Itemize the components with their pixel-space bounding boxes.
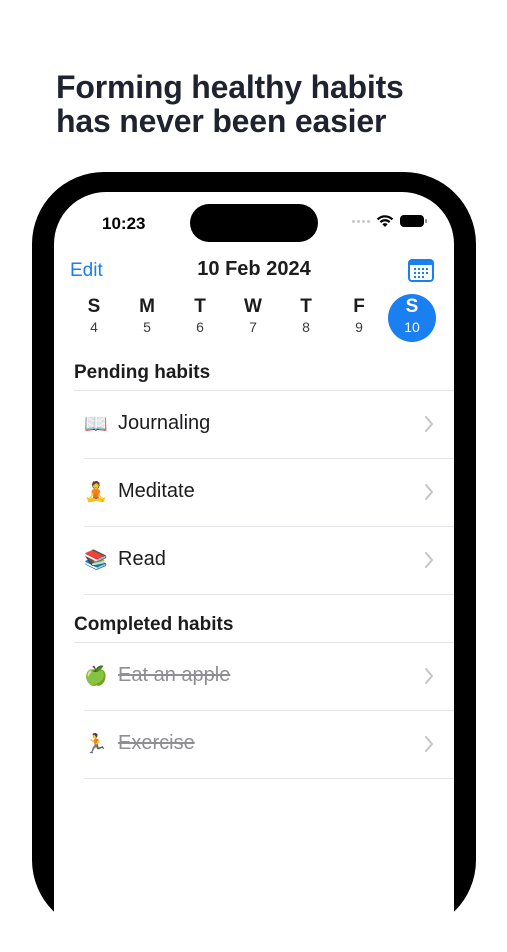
chevron-right-icon <box>425 552 433 568</box>
day-number: 9 <box>355 319 363 335</box>
wifi-icon <box>376 215 394 227</box>
runner-icon: 🏃 <box>84 734 108 755</box>
day-letter: W <box>244 296 262 317</box>
habit-label: Exercise <box>118 732 195 754</box>
day-letter: S <box>405 296 419 317</box>
day-letter: T <box>300 296 312 317</box>
day-letter: F <box>353 296 365 317</box>
day-monday-5[interactable]: M 5 <box>123 294 171 342</box>
day-number: 5 <box>143 319 151 335</box>
pending-habits-header: Pending habits <box>74 362 211 383</box>
chevron-right-icon <box>425 668 433 684</box>
page-title: 10 Feb 2024 <box>197 258 311 280</box>
habit-row-eat-an-apple[interactable]: 🍏 Eat an apple <box>54 643 454 711</box>
pending-habits-list: 📖 Journaling 🧘 Meditate 📚 Read <box>54 390 454 595</box>
apple-icon: 🍏 <box>84 666 108 687</box>
day-friday-9[interactable]: F 9 <box>335 294 383 342</box>
habit-row-read[interactable]: 📚 Read <box>54 527 454 595</box>
promo-headline: Forming healthy habits has never been ea… <box>56 70 476 138</box>
day-number: 10 <box>404 319 420 335</box>
day-letter: S <box>87 296 101 317</box>
day-number: 6 <box>196 319 204 335</box>
meditation-icon: 🧘 <box>84 482 108 503</box>
calendar-icon[interactable] <box>408 258 434 282</box>
day-wednesday-7[interactable]: W 7 <box>229 294 277 342</box>
day-number: 4 <box>90 319 98 335</box>
day-sunday-4[interactable]: S 4 <box>70 294 118 342</box>
book-icon: 📖 <box>84 414 108 435</box>
status-time: 10:23 <box>102 214 146 233</box>
dynamic-island <box>190 204 318 242</box>
chevron-right-icon <box>425 484 433 500</box>
chevron-right-icon <box>425 736 433 752</box>
books-icon: 📚 <box>84 550 108 571</box>
completed-habits-header: Completed habits <box>74 614 234 635</box>
week-selector: S 4 M 5 T 6 W 7 T 8 F 9 S 10 <box>70 294 450 346</box>
day-letter: M <box>139 296 155 317</box>
day-number: 7 <box>249 319 257 335</box>
habit-label: Read <box>118 548 166 570</box>
completed-habits-list: 🍏 Eat an apple 🏃 Exercise <box>54 642 454 779</box>
habit-row-meditate[interactable]: 🧘 Meditate <box>54 459 454 527</box>
phone-screen: 10:23 Edit 10 Feb 2024 S 4 M 5 T 6 W 7 T… <box>54 192 454 952</box>
headline-line-2: has never been easier <box>56 103 387 139</box>
day-letter: T <box>194 296 206 317</box>
headline-line-1: Forming healthy habits <box>56 69 404 105</box>
day-tuesday-6[interactable]: T 6 <box>176 294 224 342</box>
habit-row-exercise[interactable]: 🏃 Exercise <box>54 711 454 779</box>
chevron-right-icon <box>425 416 433 432</box>
habit-row-journaling[interactable]: 📖 Journaling <box>54 391 454 459</box>
habit-label: Eat an apple <box>118 664 231 686</box>
day-saturday-10-selected[interactable]: S 10 <box>388 294 436 342</box>
habit-label: Journaling <box>118 412 211 434</box>
day-number: 8 <box>302 319 310 335</box>
signal-icon <box>352 219 370 223</box>
status-icons <box>352 214 427 228</box>
day-thursday-8[interactable]: T 8 <box>282 294 330 342</box>
phone-frame: 10:23 Edit 10 Feb 2024 S 4 M 5 T 6 W 7 T… <box>32 172 476 952</box>
battery-icon <box>400 215 427 227</box>
habit-label: Meditate <box>118 480 195 502</box>
